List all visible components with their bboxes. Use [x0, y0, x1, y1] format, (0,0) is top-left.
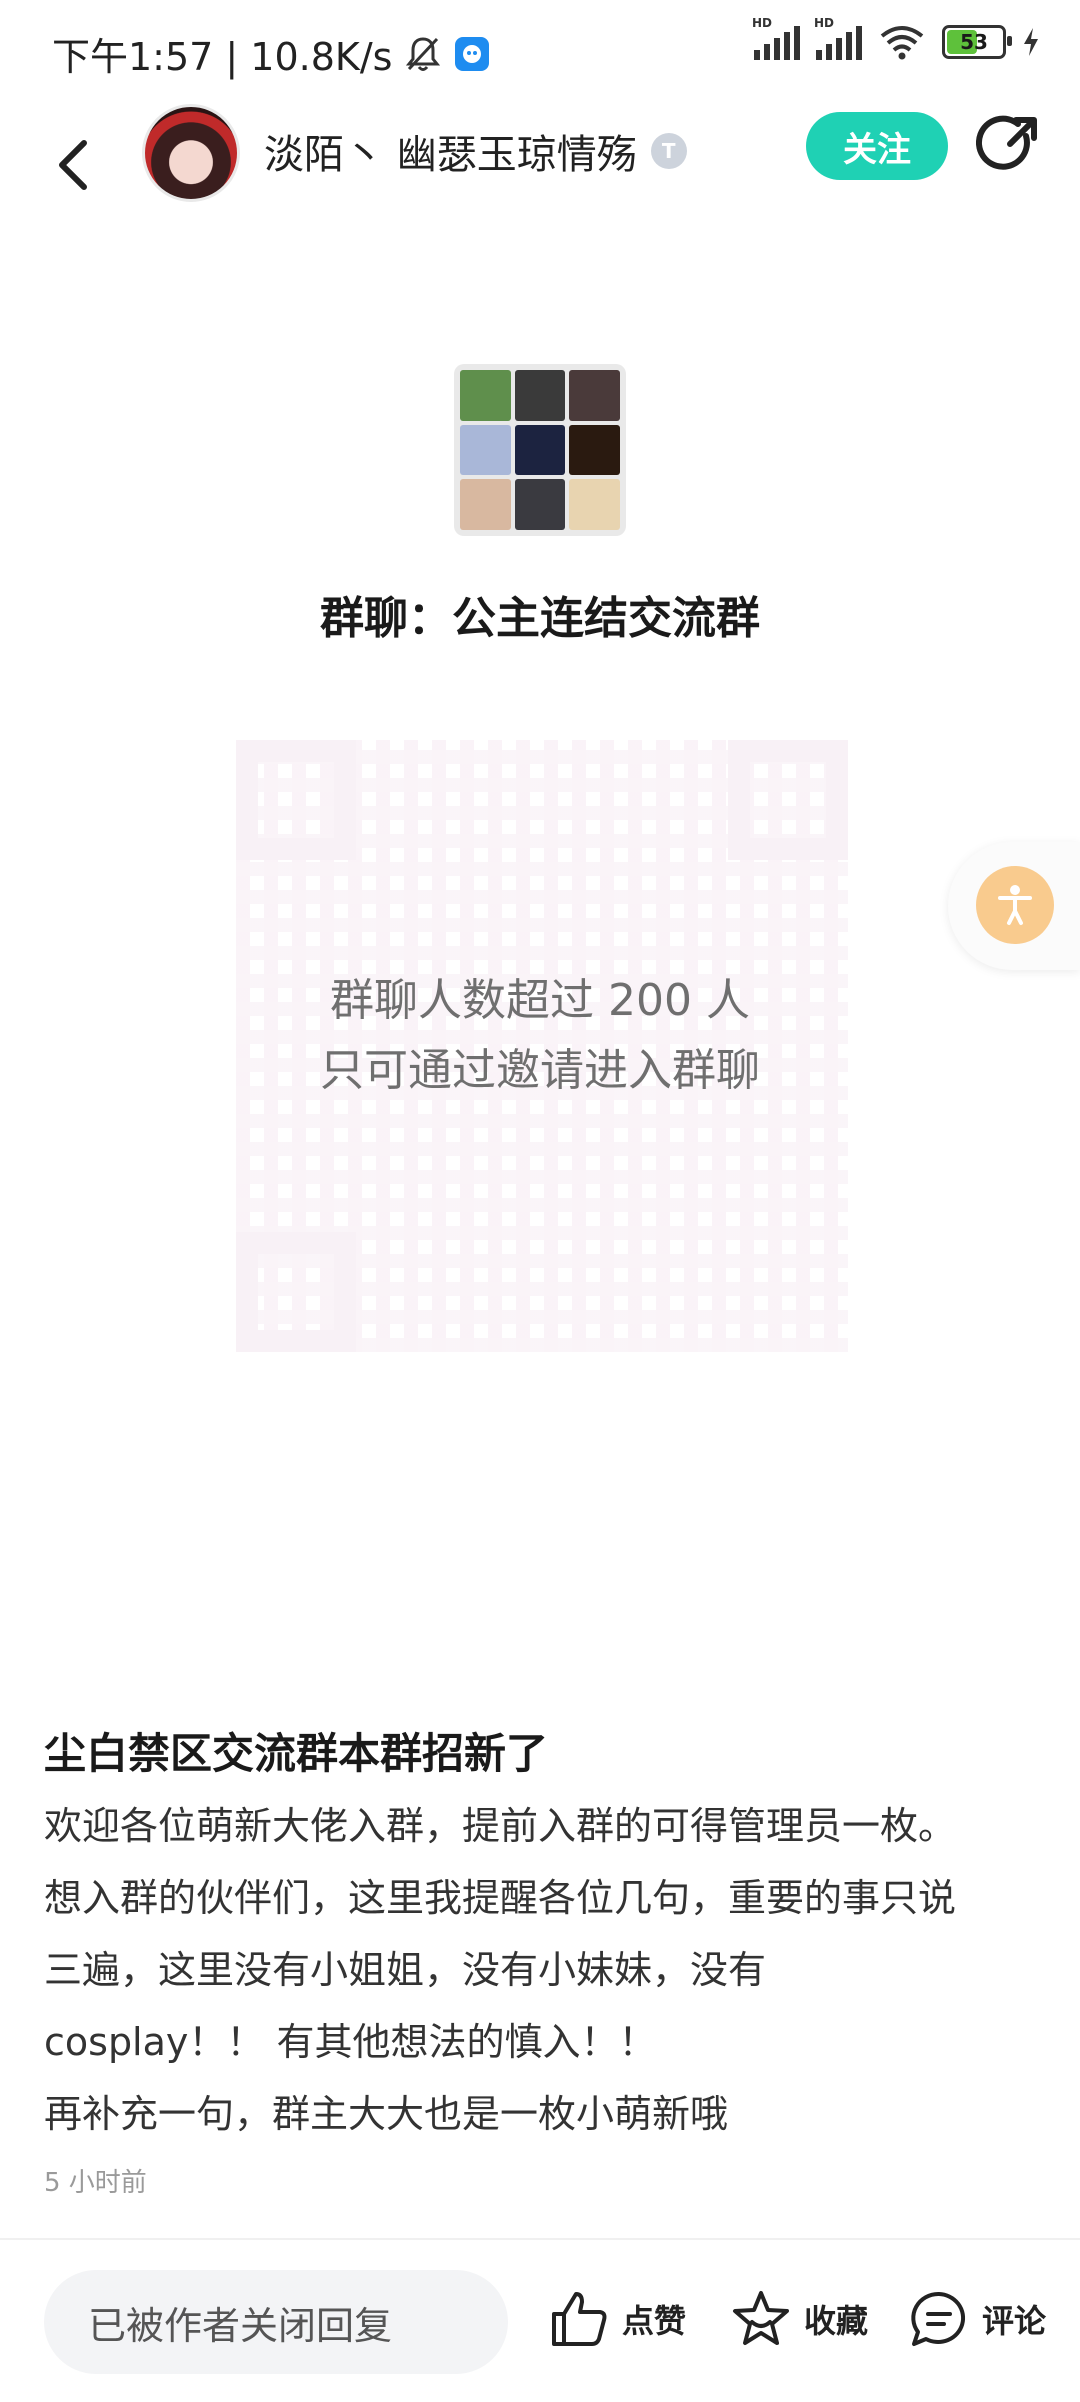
thumbs-up-icon [552, 2292, 607, 2346]
post-line: 再补充一句，群主大大也是一枚小萌新哦 [44, 2092, 729, 2136]
post-line: cosplay！！ 有其他想法的慎入！！ [44, 2020, 657, 2064]
post-timestamp: 5 小时前 [44, 2168, 147, 2198]
app-notification-icon [455, 36, 490, 71]
signal-icon-2: HD [814, 16, 862, 60]
comment-label: 评论 [982, 2302, 1047, 2340]
mute-bell-icon [406, 36, 441, 71]
author-info[interactable]: 淡陌丶 幽瑟玉琼情殇 T [264, 122, 687, 180]
wifi-icon [880, 26, 924, 60]
author-name[interactable]: 淡陌丶 幽瑟玉琼情殇 [264, 122, 637, 180]
favorite-button[interactable]: 收藏 [730, 2288, 868, 2350]
like-button[interactable]: 点赞 [548, 2288, 686, 2350]
post-line: 三遍，这里没有小姐姐，没有小妹妹，没有 [44, 1948, 767, 1992]
comment-bubble-icon [911, 2291, 966, 2346]
share-button[interactable] [976, 114, 1040, 178]
group-full-notice-line1: 群聊人数超过 200 人 [330, 975, 750, 1026]
post-body: 欢迎各位萌新大佬入群，提前入群的可得管理员一枚。 想入群的伙伴们，这里我提醒各位… [44, 1790, 1044, 2150]
avatar[interactable] [142, 104, 240, 202]
star-icon [733, 2291, 789, 2345]
chevron-left-icon [59, 140, 87, 190]
accessibility-icon [998, 885, 1032, 925]
like-label: 点赞 [622, 2302, 687, 2340]
comment-button[interactable]: 评论 [908, 2288, 1046, 2350]
group-name: 群聊：公主连结交流群 [320, 593, 760, 644]
reply-input[interactable]: 已被作者关闭回复 [44, 2270, 508, 2374]
charging-icon [1024, 28, 1038, 56]
back-button[interactable] [48, 120, 98, 210]
bottom-action-bar: 已被作者关闭回复 点赞 收藏 评论 [0, 2238, 1080, 2402]
status-bar: 下午1:57 | 10.8K/s HD HD 53 [0, 0, 1080, 100]
level-badge: T [650, 133, 687, 169]
follow-button[interactable]: 关注 [806, 112, 948, 180]
status-time: 下午1:57 | 10.8K/s [52, 35, 393, 79]
accessibility-float-button[interactable] [948, 842, 1080, 970]
post-title: 尘白禁区交流群本群招新了 [44, 1729, 549, 1778]
group-full-notice-line2: 只可通过邀请进入群聊 [320, 1045, 760, 1096]
post-header: 淡陌丶 幽瑟玉琼情殇 T 关注 [0, 100, 1080, 250]
battery-icon: 53 [942, 25, 1012, 59]
reply-placeholder: 已被作者关闭回复 [88, 2303, 393, 2348]
post-line: 欢迎各位萌新大佬入群，提前入群的可得管理员一枚。 [44, 1804, 957, 1848]
favorite-label: 收藏 [804, 2302, 869, 2340]
battery-level: 53 [960, 30, 988, 54]
post-line: 想入群的伙伴们，这里我提醒各位几句，重要的事只说 [44, 1876, 957, 1920]
share-icon [976, 115, 1037, 170]
group-avatar [454, 364, 626, 536]
group-full-notice: 群聊人数超过 200 人 只可通过邀请进入群聊 [0, 966, 1080, 1106]
signal-icon: HD [752, 16, 800, 60]
